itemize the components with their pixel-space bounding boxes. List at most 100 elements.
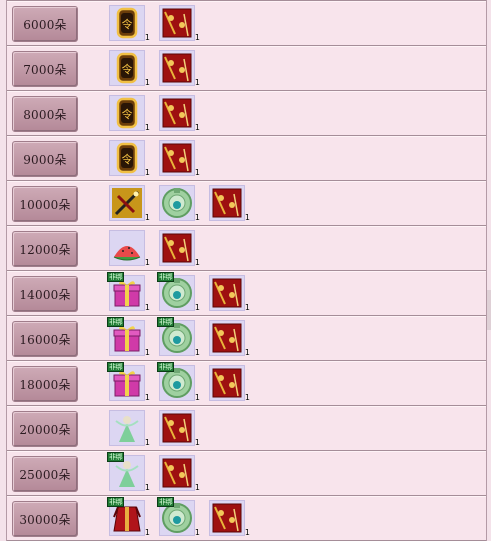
item-quantity: 1 xyxy=(194,528,200,537)
reward-slot[interactable]: 1 xyxy=(159,410,200,447)
item-quantity: 1 xyxy=(144,528,150,537)
reward-slot[interactable]: 非绑 1 xyxy=(107,452,150,492)
reward-items: 11 xyxy=(109,410,200,447)
reward-items: 令11 xyxy=(109,5,200,42)
reward-slot[interactable]: 1 xyxy=(209,275,250,312)
reward-slot[interactable]: 1 xyxy=(109,185,150,222)
reward-row: 30000朵 非绑 1 非绑 1 1 xyxy=(7,496,486,541)
reward-slot[interactable]: 令1 xyxy=(109,140,150,177)
reward-row: 9000朵令 1 1 xyxy=(7,136,486,181)
reward-slot[interactable]: 令1 xyxy=(109,50,150,87)
reward-row: 18000朵 非绑 1 非绑 1 1 xyxy=(7,361,486,406)
reward-slot[interactable]: 非绑 1 xyxy=(157,272,200,312)
reward-slot[interactable]: 非绑 1 xyxy=(107,497,150,537)
item-quantity: 1 xyxy=(144,348,150,357)
item-quantity: 1 xyxy=(194,303,200,312)
reward-row: 10000朵 1 1 1 xyxy=(7,181,486,226)
item-quantity: 1 xyxy=(194,348,200,357)
reward-slot[interactable]: 1 xyxy=(109,410,150,447)
reward-items: 1 1 1 xyxy=(109,185,250,222)
item-quantity: 1 xyxy=(194,438,200,447)
flower-count-label: 12000朵 xyxy=(12,231,78,267)
reward-row: 14000朵 非绑 1 非绑 1 1 xyxy=(7,271,486,316)
reward-slot[interactable]: 非绑 1 xyxy=(157,362,200,402)
reward-items: 非绑 1 非绑 1 1 xyxy=(107,317,250,357)
scrollbar-hint[interactable] xyxy=(487,290,491,330)
reward-items: 非绑 1 非绑 1 1 xyxy=(107,362,250,402)
item-quantity: 1 xyxy=(244,393,250,402)
reward-items: 令11 xyxy=(109,140,200,177)
reward-slot[interactable]: 非绑 1 xyxy=(157,497,200,537)
reward-slot[interactable]: 非绑 1 xyxy=(107,317,150,357)
reward-items: 11 xyxy=(109,230,200,267)
reward-items: 令1 1 xyxy=(109,50,200,87)
item-quantity: 1 xyxy=(144,483,150,492)
flower-count-label: 7000朵 xyxy=(12,51,78,87)
item-quantity: 1 xyxy=(144,258,150,267)
item-quantity: 1 xyxy=(194,258,200,267)
flower-count-label: 30000朵 xyxy=(12,501,78,537)
unbound-tag: 非绑 xyxy=(107,317,124,327)
item-quantity: 1 xyxy=(194,123,200,132)
item-quantity: 1 xyxy=(144,168,150,177)
item-quantity: 1 xyxy=(144,123,150,132)
unbound-tag: 非绑 xyxy=(107,497,124,507)
reward-slot[interactable]: 1 xyxy=(159,5,200,42)
reward-slot[interactable]: 1 xyxy=(159,95,200,132)
reward-slot[interactable]: 1 xyxy=(109,230,150,267)
unbound-tag: 非绑 xyxy=(107,452,124,462)
flower-count-label: 6000朵 xyxy=(12,6,78,42)
unbound-tag: 非绑 xyxy=(107,272,124,282)
reward-slot[interactable]: 1 xyxy=(159,185,200,222)
item-quantity: 1 xyxy=(144,303,150,312)
item-quantity: 1 xyxy=(144,393,150,402)
reward-slot[interactable]: 1 xyxy=(209,320,250,357)
reward-items: 非绑 1 非绑 1 1 xyxy=(107,272,250,312)
svg-text:令: 令 xyxy=(122,62,133,76)
reward-items: 非绑 1 非绑 1 1 xyxy=(107,497,250,537)
item-quantity: 1 xyxy=(194,483,200,492)
item-quantity: 1 xyxy=(144,438,150,447)
reward-slot[interactable]: 1 xyxy=(159,230,200,267)
svg-text:令: 令 xyxy=(122,17,133,31)
reward-row: 20000朵 1 1 xyxy=(7,406,486,451)
reward-slot[interactable]: 1 xyxy=(159,50,200,87)
flower-count-label: 9000朵 xyxy=(12,141,78,177)
reward-slot[interactable]: 令1 xyxy=(109,5,150,42)
svg-text:令: 令 xyxy=(122,107,133,121)
reward-row: 12000朵 1 1 xyxy=(7,226,486,271)
item-quantity: 1 xyxy=(194,33,200,42)
reward-slot[interactable]: 1 xyxy=(209,365,250,402)
item-quantity: 1 xyxy=(244,303,250,312)
reward-row: 6000朵令 1 1 xyxy=(7,0,486,46)
unbound-tag: 非绑 xyxy=(107,362,124,372)
flower-count-label: 25000朵 xyxy=(12,456,78,492)
unbound-tag: 非绑 xyxy=(157,272,174,282)
reward-slot[interactable]: 令1 xyxy=(109,95,150,132)
flower-count-label: 16000朵 xyxy=(12,321,78,357)
reward-row: 16000朵 非绑 1 非绑 1 1 xyxy=(7,316,486,361)
reward-slot[interactable]: 非绑 1 xyxy=(107,362,150,402)
reward-row: 7000朵令 1 1 xyxy=(7,46,486,91)
reward-slot[interactable]: 1 xyxy=(159,455,200,492)
reward-table: 6000朵令 1 1 7000朵令 1 1 8000朵令 1 1 9000朵令 1 1 10000朵 1 1… xyxy=(6,0,487,541)
flower-count-label: 8000朵 xyxy=(12,96,78,132)
unbound-tag: 非绑 xyxy=(157,497,174,507)
item-quantity: 1 xyxy=(194,393,200,402)
item-quantity: 1 xyxy=(194,78,200,87)
reward-slot[interactable]: 1 xyxy=(159,140,200,177)
item-quantity: 1 xyxy=(144,33,150,42)
item-quantity: 1 xyxy=(244,348,250,357)
reward-slot[interactable]: 非绑 1 xyxy=(107,272,150,312)
reward-row: 25000朵 非绑 1 1 xyxy=(7,451,486,496)
reward-slot[interactable]: 1 xyxy=(209,500,250,537)
unbound-tag: 非绑 xyxy=(157,362,174,372)
flower-count-label: 14000朵 xyxy=(12,276,78,312)
reward-items: 令11 xyxy=(109,95,200,132)
flower-count-label: 10000朵 xyxy=(12,186,78,222)
reward-slot[interactable]: 1 xyxy=(209,185,250,222)
flower-count-label: 18000朵 xyxy=(12,366,78,402)
reward-slot[interactable]: 非绑 1 xyxy=(157,317,200,357)
item-quantity: 1 xyxy=(144,213,150,222)
item-quantity: 1 xyxy=(194,168,200,177)
